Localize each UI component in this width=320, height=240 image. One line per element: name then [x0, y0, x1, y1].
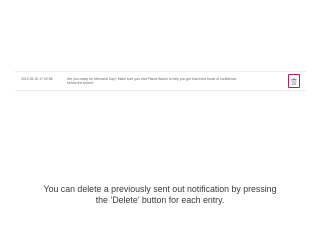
- page: 2013-05-30 17:00:58 Are you ready for Me…: [0, 0, 320, 240]
- trash-icon: [291, 77, 297, 85]
- instruction-caption: You can delete a previously sent out not…: [0, 184, 320, 206]
- caption-line-1: You can delete a previously sent out not…: [43, 184, 277, 194]
- notification-message: Are you ready for Memorial Day? Make sur…: [67, 77, 237, 86]
- notification-timestamp: 2013-05-30 17:00:58: [21, 77, 53, 81]
- caption-line-2: the ‘Delete’ button for each entry.: [95, 195, 225, 205]
- delete-button[interactable]: [288, 74, 300, 88]
- notification-row: 2013-05-30 17:00:58 Are you ready for Me…: [15, 71, 306, 91]
